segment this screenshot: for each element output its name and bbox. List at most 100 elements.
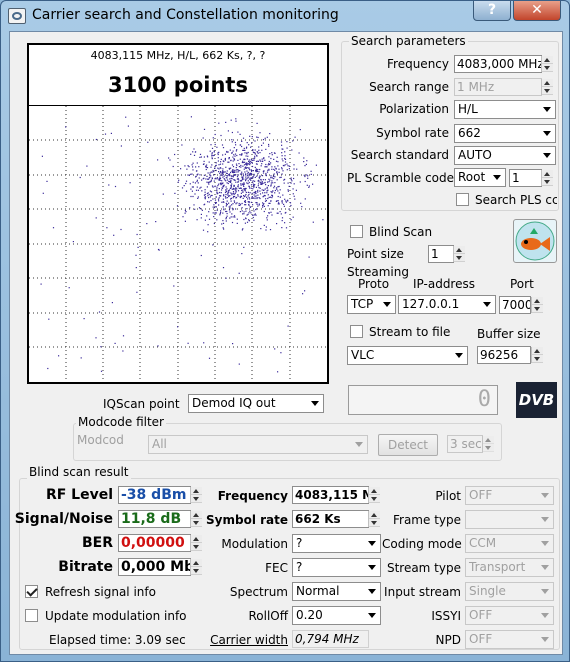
points-count: 3100 points	[108, 73, 248, 97]
spectrum-label: Spectrum	[229, 585, 288, 599]
constellation-display: 4083,115 MHz, H/L, 662 Ks, ?, ? 3100 poi…	[27, 43, 329, 384]
fish-logo-icon	[513, 219, 557, 263]
seconds-spinner[interactable]	[482, 436, 494, 452]
buffer-size-input[interactable]: 96256	[477, 346, 531, 364]
detect-button[interactable]: Detect	[378, 434, 438, 456]
iqscan-label: IQScan point	[103, 397, 180, 411]
rf-level-spinner[interactable]	[190, 487, 202, 503]
coding-mode-label: Coding mode	[382, 537, 462, 551]
chevron-down-icon	[355, 442, 363, 447]
coding-mode-select[interactable]: CCM	[465, 534, 554, 553]
search-standard-label: Search standard	[350, 148, 449, 162]
carrier-width-value: 0,794 MHz	[292, 630, 369, 648]
symbol-rate-result-value: 662 Ks	[292, 510, 369, 528]
grid-lines	[29, 106, 327, 382]
iqscan-select[interactable]: Demod IQ out	[188, 394, 324, 413]
rolloff-label: RollOff	[248, 609, 288, 623]
chevron-down-icon	[543, 153, 551, 158]
rf-level-label: RF Level	[45, 487, 113, 503]
frequency-result-spinner[interactable]	[368, 487, 380, 503]
npd-select[interactable]: OFF	[465, 630, 554, 649]
chevron-down-icon	[368, 565, 376, 570]
point-size-input[interactable]: 1	[428, 245, 454, 263]
spectrum-select[interactable]: Normal	[292, 582, 381, 601]
bitrate-label: Bitrate	[58, 559, 113, 575]
ber-spinner[interactable]	[190, 535, 202, 551]
port-spinner[interactable]	[531, 297, 543, 313]
client-area: 4083,115 MHz, H/L, 662 Ks, ?, ? 3100 poi…	[9, 31, 563, 655]
player-select[interactable]: VLC	[347, 346, 468, 365]
modulation-label: Modulation	[221, 537, 288, 551]
port-label: Port	[510, 277, 534, 291]
pilot-select[interactable]: OFF	[465, 486, 554, 505]
stream-to-file-checkbox[interactable]	[350, 325, 363, 338]
symbol-rate-label: Symbol rate	[376, 126, 449, 140]
signal-noise-spinner[interactable]	[190, 511, 202, 527]
search-range-label: Search range	[369, 80, 449, 94]
elapsed-time: Elapsed time: 3.09 sec	[49, 633, 186, 647]
search-pls-checkbox[interactable]	[456, 193, 469, 206]
chevron-down-icon	[541, 613, 549, 618]
stream-to-file-label: Stream to file	[369, 325, 451, 339]
symbol-rate-result-label: Symbol rate	[206, 513, 288, 527]
rolloff-select[interactable]: 0.20	[292, 606, 381, 625]
ber-label: BER	[81, 535, 113, 551]
proto-label: Proto	[358, 277, 390, 291]
buffer-size-label: Buffer size	[477, 327, 541, 341]
search-standard-select[interactable]: AUTO	[454, 146, 556, 165]
proto-select[interactable]: TCP	[347, 295, 396, 314]
constellation-plot	[29, 106, 327, 382]
port-input[interactable]: 7000	[499, 296, 531, 314]
pls-value-spinner[interactable]	[541, 170, 553, 186]
stream-type-select[interactable]: Transport	[465, 558, 554, 577]
chevron-down-icon	[368, 589, 376, 594]
modcode-filter-legend: Modcode filter	[76, 415, 166, 429]
blind-scan-result-legend: Blind scan result	[27, 465, 131, 479]
bitrate-value: 0,000 Mb	[118, 558, 191, 576]
buffer-size-spinner[interactable]	[531, 347, 543, 363]
pls-mode-select[interactable]: Root	[454, 168, 506, 187]
fec-label: FEC	[265, 561, 288, 575]
frequency-spinner[interactable]	[541, 56, 553, 72]
stream-type-label: Stream type	[386, 561, 461, 575]
modcode-select[interactable]: All	[148, 435, 368, 454]
point-size-label: Point size	[347, 247, 404, 261]
pls-value-input[interactable]: 1	[509, 169, 542, 187]
signal-noise-label: Signal/Noise	[14, 511, 113, 527]
chevron-down-icon	[541, 589, 549, 594]
blind-scan-checkbox[interactable]	[350, 225, 363, 238]
ip-select[interactable]: 127.0.0.1	[398, 295, 496, 314]
input-stream-select[interactable]: Single	[465, 582, 554, 601]
close-button[interactable]: ✕	[513, 1, 561, 21]
symbol-rate-result-spinner[interactable]	[368, 511, 380, 527]
seconds-input[interactable]: 3 sec	[447, 435, 483, 453]
chevron-down-icon	[368, 613, 376, 618]
bitrate-spinner[interactable]	[190, 559, 202, 575]
polarization-select[interactable]: H/L	[454, 100, 556, 119]
frame-type-select[interactable]	[465, 510, 554, 529]
npd-label: NPD	[435, 633, 461, 647]
update-modulation-checkbox[interactable]	[25, 609, 38, 622]
title-bar: Carrier search and Constellation monitor…	[1, 1, 569, 31]
carrier-width-label: Carrier width	[210, 633, 288, 647]
window-title: Carrier search and Constellation monitor…	[32, 7, 339, 23]
search-parameters-legend: Search parameters	[349, 34, 468, 48]
issyi-select[interactable]: OFF	[465, 606, 554, 625]
frequency-result-label: Frequency	[217, 489, 288, 503]
chevron-down-icon	[541, 493, 549, 498]
chevron-down-icon	[493, 175, 501, 180]
refresh-signal-checkbox[interactable]	[25, 585, 38, 598]
fec-select[interactable]: ?	[292, 558, 381, 577]
symbol-rate-select[interactable]: 662	[454, 124, 556, 143]
point-size-spinner[interactable]	[453, 246, 465, 262]
chevron-down-icon	[455, 353, 463, 358]
signal-noise-value: 11,8 dB	[118, 510, 191, 528]
search-range-input[interactable]: 1 MHz	[454, 78, 542, 96]
chevron-down-icon	[541, 541, 549, 546]
search-range-spinner[interactable]	[541, 79, 553, 95]
rf-level-value: -38 dBm	[118, 486, 191, 504]
help-button[interactable]: ?	[473, 1, 511, 21]
modulation-select[interactable]: ?	[292, 534, 381, 553]
chevron-down-icon	[543, 107, 551, 112]
frequency-input[interactable]: 4083,000 MHz	[454, 55, 542, 73]
